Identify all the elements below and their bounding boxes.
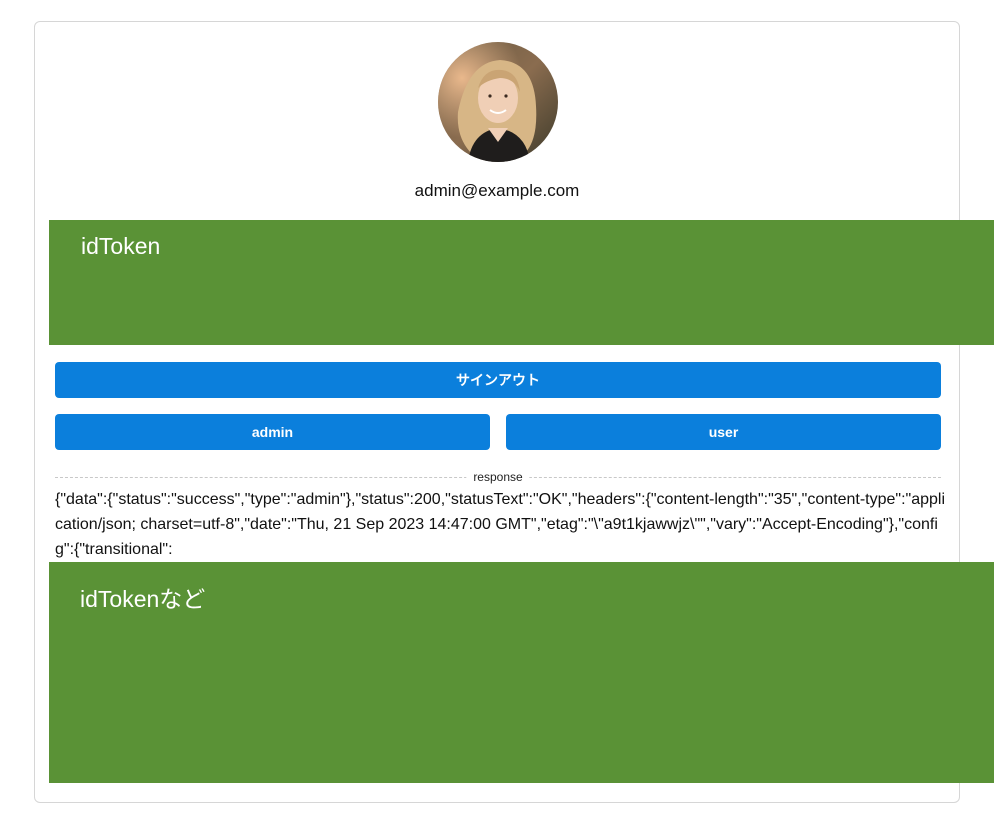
idtoken-etc-redaction: idTokenなど — [49, 562, 994, 783]
response-text: {"data":{"status":"success","type":"admi… — [55, 491, 946, 558]
avatar-photo — [438, 42, 558, 162]
admin-button[interactable]: admin — [55, 414, 490, 450]
idtoken-etc-label: idTokenなど — [80, 586, 206, 612]
idtoken-label: idToken — [81, 233, 161, 259]
user-email: admin@example.com — [414, 181, 580, 200]
response-divider: response — [55, 470, 941, 484]
user-button[interactable]: user — [506, 414, 941, 450]
sign-out-button[interactable]: サインアウト — [55, 362, 941, 398]
idtoken-redaction: idToken — [49, 220, 994, 345]
user-avatar — [438, 42, 558, 162]
response-label: response — [466, 470, 530, 484]
